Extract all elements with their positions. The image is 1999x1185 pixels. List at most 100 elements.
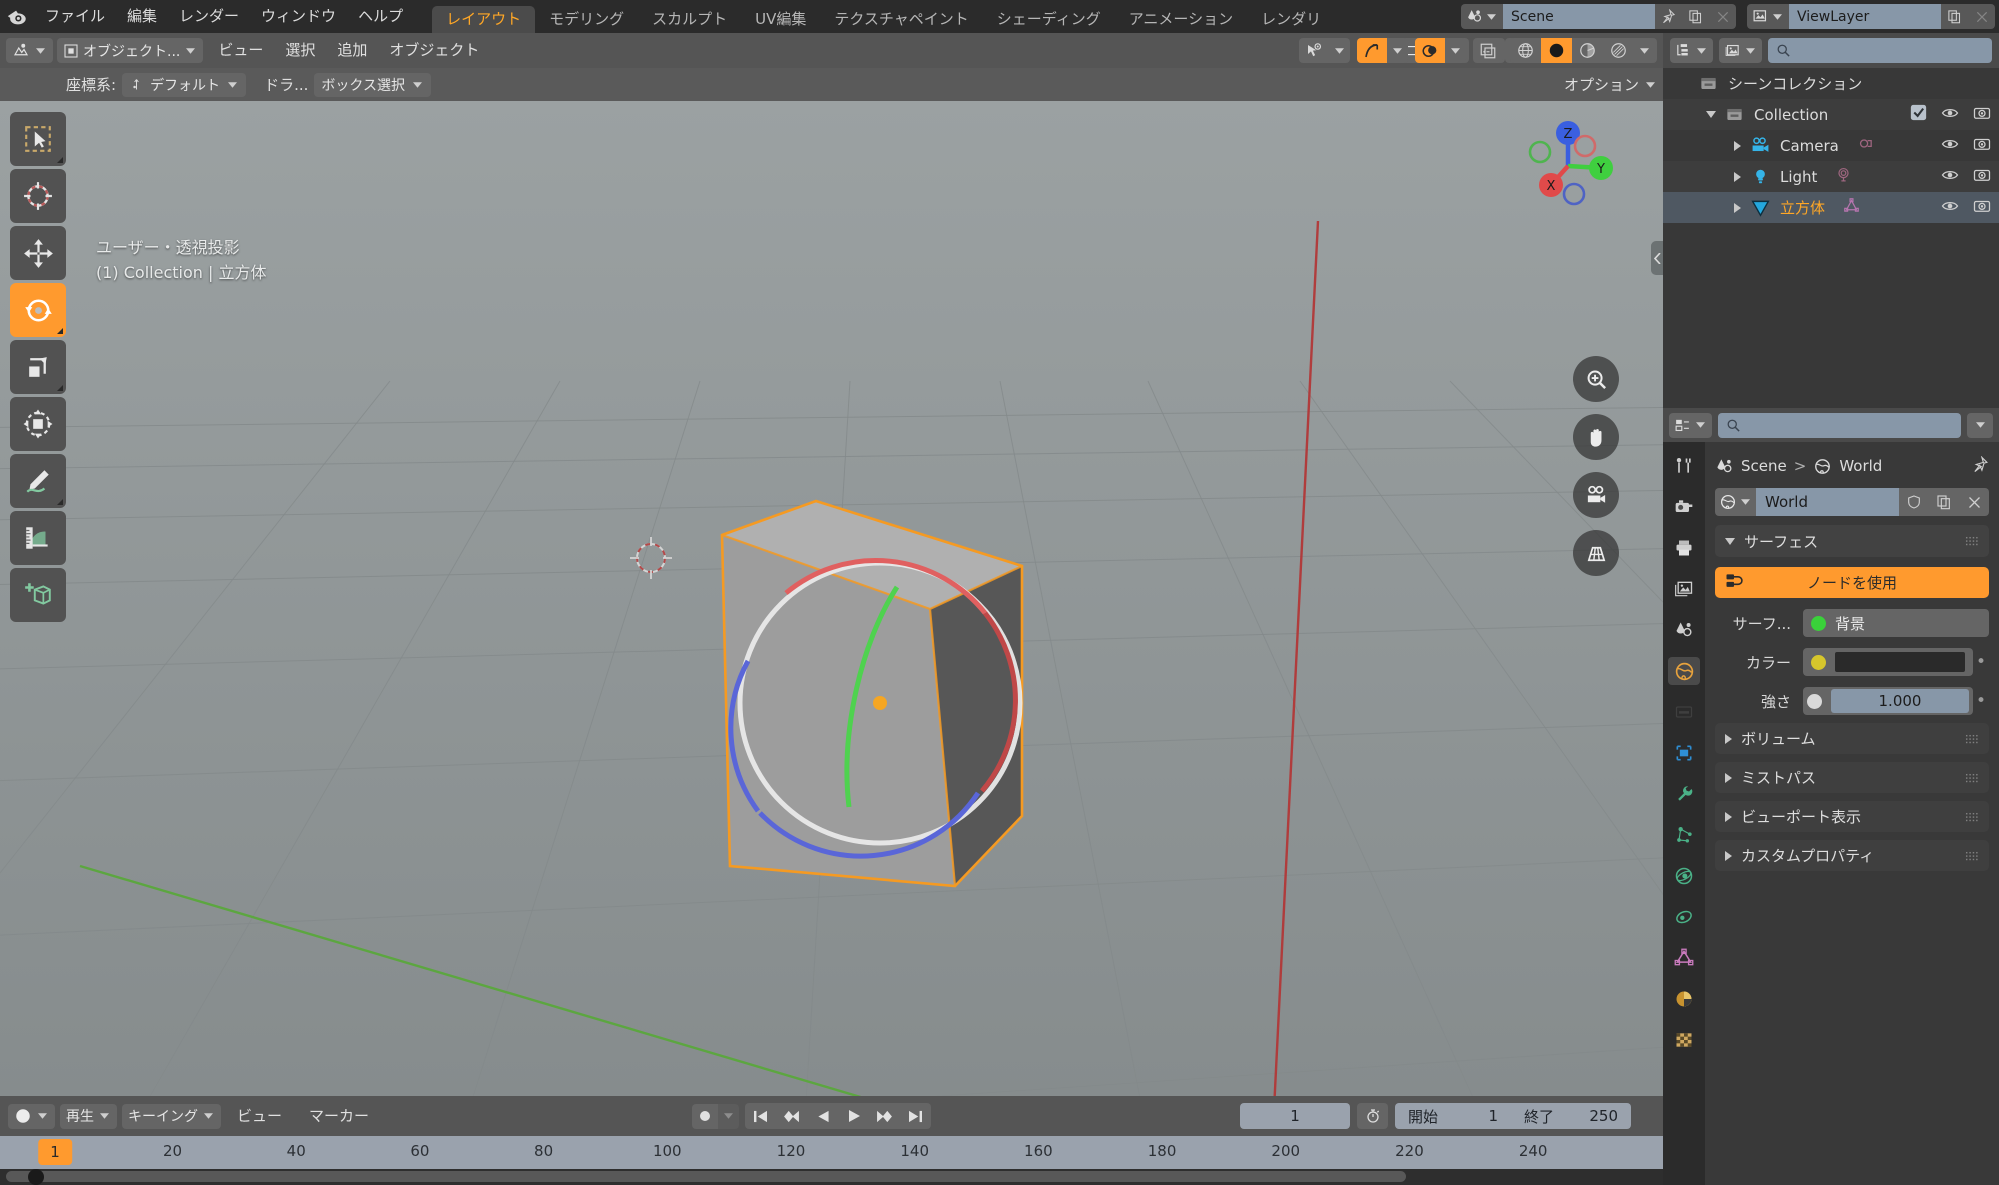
camera-view-icon[interactable] (1573, 472, 1619, 518)
menu-3[interactable]: ウィンドウ (250, 0, 347, 33)
tool-rotate[interactable] (10, 283, 66, 337)
outliner-row[interactable]: シーンコレクション (1663, 68, 1999, 99)
hide-in-viewport-eye-icon[interactable] (1941, 104, 1959, 126)
delete-viewlayer-icon[interactable] (1968, 4, 1995, 29)
collapsed-panel[interactable]: カスタムプロパティ (1715, 840, 1989, 871)
3d-viewport[interactable]: ユーザー・透視投影 (1) Collection | 立方体 Z Y X (0, 101, 1663, 1096)
collapsed-panel[interactable]: ボリューム (1715, 723, 1989, 754)
surface-panel-header[interactable]: サーフェス (1715, 525, 1989, 557)
shading-solid-icon[interactable] (1541, 38, 1572, 63)
collapsed-panel[interactable]: ビューポート表示 (1715, 801, 1989, 832)
workspace-tab-4[interactable]: テクスチャペイント (820, 6, 982, 33)
disable-in-render-camera-icon[interactable] (1973, 135, 1991, 157)
shading-modes-group[interactable] (1510, 38, 1655, 63)
properties-filter-chevron-icon[interactable] (1967, 412, 1993, 438)
workspace-tab-6[interactable]: アニメーション (1115, 6, 1247, 33)
outliner-row[interactable]: 立方体 (1663, 192, 1999, 223)
outliner-row[interactable]: Camera (1663, 130, 1999, 161)
xray-toggle-icon[interactable] (1415, 38, 1445, 63)
end-frame-field[interactable]: 終了 250 (1511, 1103, 1631, 1129)
use-nodes-button[interactable]: ノードを使用 (1715, 567, 1989, 598)
overlays-icon[interactable] (1357, 38, 1387, 63)
new-scene-icon[interactable] (1682, 4, 1709, 29)
editor-type-button[interactable] (6, 38, 53, 63)
navigation-gizmo[interactable]: Z Y X (1513, 111, 1623, 221)
timeline-scrollbar-handle[interactable] (28, 1169, 44, 1185)
animate-property-icon[interactable]: • (1973, 652, 1989, 672)
toggle-xray-button[interactable] (1473, 38, 1503, 63)
show-gizmo-group[interactable] (1299, 38, 1350, 63)
shading-rendered-icon[interactable] (1603, 38, 1634, 63)
surface-type-dropdown[interactable]: 背景 (1803, 609, 1989, 637)
overlays-options-chevron-icon[interactable] (1387, 38, 1408, 63)
timeline-scrollbar[interactable] (6, 1171, 1406, 1182)
world-name-field[interactable]: World (1756, 488, 1899, 516)
toggle-perspective-icon[interactable] (1573, 530, 1619, 576)
hide-in-viewport-eye-icon[interactable] (1941, 166, 1959, 188)
interaction-mode-button[interactable]: オブジェクト... (57, 38, 204, 63)
timeline-menu-0[interactable]: 再生 (60, 1103, 117, 1129)
viewlayer-icon[interactable] (1747, 4, 1789, 29)
new-viewlayer-icon[interactable] (1941, 4, 1968, 29)
timeline-scrollbar-area[interactable] (0, 1169, 1663, 1185)
animate-property-icon[interactable]: • (1973, 691, 1989, 711)
jump-to-end-icon[interactable] (900, 1103, 931, 1129)
strength-value-field[interactable]: 1.000 (1831, 689, 1969, 713)
unlink-world-icon[interactable] (1959, 488, 1989, 516)
tool-transform[interactable] (10, 397, 66, 451)
disable-in-render-camera-icon[interactable] (1973, 166, 1991, 188)
timeline-menu-2[interactable]: ビュー (226, 1104, 293, 1129)
tool-tweak-select[interactable] (10, 112, 66, 166)
add-cube-tool-icon[interactable] (10, 568, 66, 622)
timeline-editor-type-button[interactable] (8, 1103, 55, 1129)
transform-tool-icon[interactable] (10, 397, 66, 451)
measure-tool-icon[interactable] (10, 511, 66, 565)
toggle-xray-icon[interactable] (1473, 38, 1503, 63)
properties-tab-collection[interactable] (1668, 698, 1700, 726)
auto-keyframe-group[interactable] (692, 1103, 739, 1129)
tool-move[interactable] (10, 226, 66, 280)
properties-editor-type-button[interactable] (1669, 412, 1712, 438)
outliner-editor-type-button[interactable] (1670, 38, 1713, 63)
cursor-tool-icon[interactable] (10, 169, 66, 223)
hide-in-viewport-eye-icon[interactable] (1941, 197, 1959, 219)
disclosure-triangle-icon[interactable] (1727, 202, 1747, 213)
xray-options-chevron-icon[interactable] (1445, 38, 1466, 63)
outliner-row[interactable]: Collection (1663, 99, 1999, 130)
properties-tab-tool[interactable] (1668, 452, 1700, 480)
color-swatch[interactable] (1835, 652, 1965, 672)
workspace-tab-0[interactable]: レイアウト (432, 6, 536, 33)
new-world-icon[interactable] (1929, 488, 1959, 516)
use-preview-range-icon[interactable] (1357, 1103, 1388, 1129)
sidebar-toggle-arrow[interactable] (1651, 241, 1663, 275)
viewport-menu-1[interactable]: 選択 (274, 38, 326, 63)
blender-logo-icon[interactable] (0, 0, 34, 33)
outliner-row[interactable]: Light (1663, 161, 1999, 192)
shading-material-icon[interactable] (1572, 38, 1603, 63)
timeline-playhead[interactable]: 1 (38, 1139, 72, 1165)
shading-wireframe-icon[interactable] (1510, 38, 1541, 63)
timeline-ruler[interactable]: 1 20 40 60 80 100 120 140 160 180 200 220 240 (0, 1136, 1663, 1169)
disclosure-triangle-icon[interactable] (1727, 140, 1747, 151)
jump-to-prev-keyframe-icon[interactable] (776, 1103, 807, 1129)
tool-measure[interactable] (10, 511, 66, 565)
properties-search-input[interactable] (1718, 412, 1961, 438)
zoom-icon[interactable] (1573, 356, 1619, 402)
auto-keyframe-chevron-icon[interactable] (718, 1103, 739, 1129)
disable-in-render-camera-icon[interactable] (1973, 104, 1991, 126)
viewport-menu-2[interactable]: 追加 (326, 38, 378, 63)
auto-keyframe-icon[interactable] (692, 1103, 718, 1129)
menu-2[interactable]: レンダー (168, 0, 250, 33)
outliner-display-mode-button[interactable] (1719, 38, 1762, 63)
properties-tab-world[interactable] (1668, 657, 1700, 685)
viewlayer-name-field[interactable]: ViewLayer (1789, 4, 1941, 29)
move-tool-icon[interactable] (10, 226, 66, 280)
chevron-down-icon[interactable] (1644, 81, 1657, 88)
show-overlays-group[interactable] (1357, 38, 1408, 63)
drag-action-dropdown[interactable]: ボックス選択 (314, 72, 431, 97)
properties-tab-material[interactable] (1668, 985, 1700, 1013)
viewlayer-selector[interactable]: ViewLayer (1747, 4, 1995, 29)
timeline-menu-1[interactable]: キーイング (122, 1103, 221, 1129)
scene-selector[interactable]: Scene (1461, 4, 1736, 29)
tool-scale[interactable] (10, 340, 66, 394)
